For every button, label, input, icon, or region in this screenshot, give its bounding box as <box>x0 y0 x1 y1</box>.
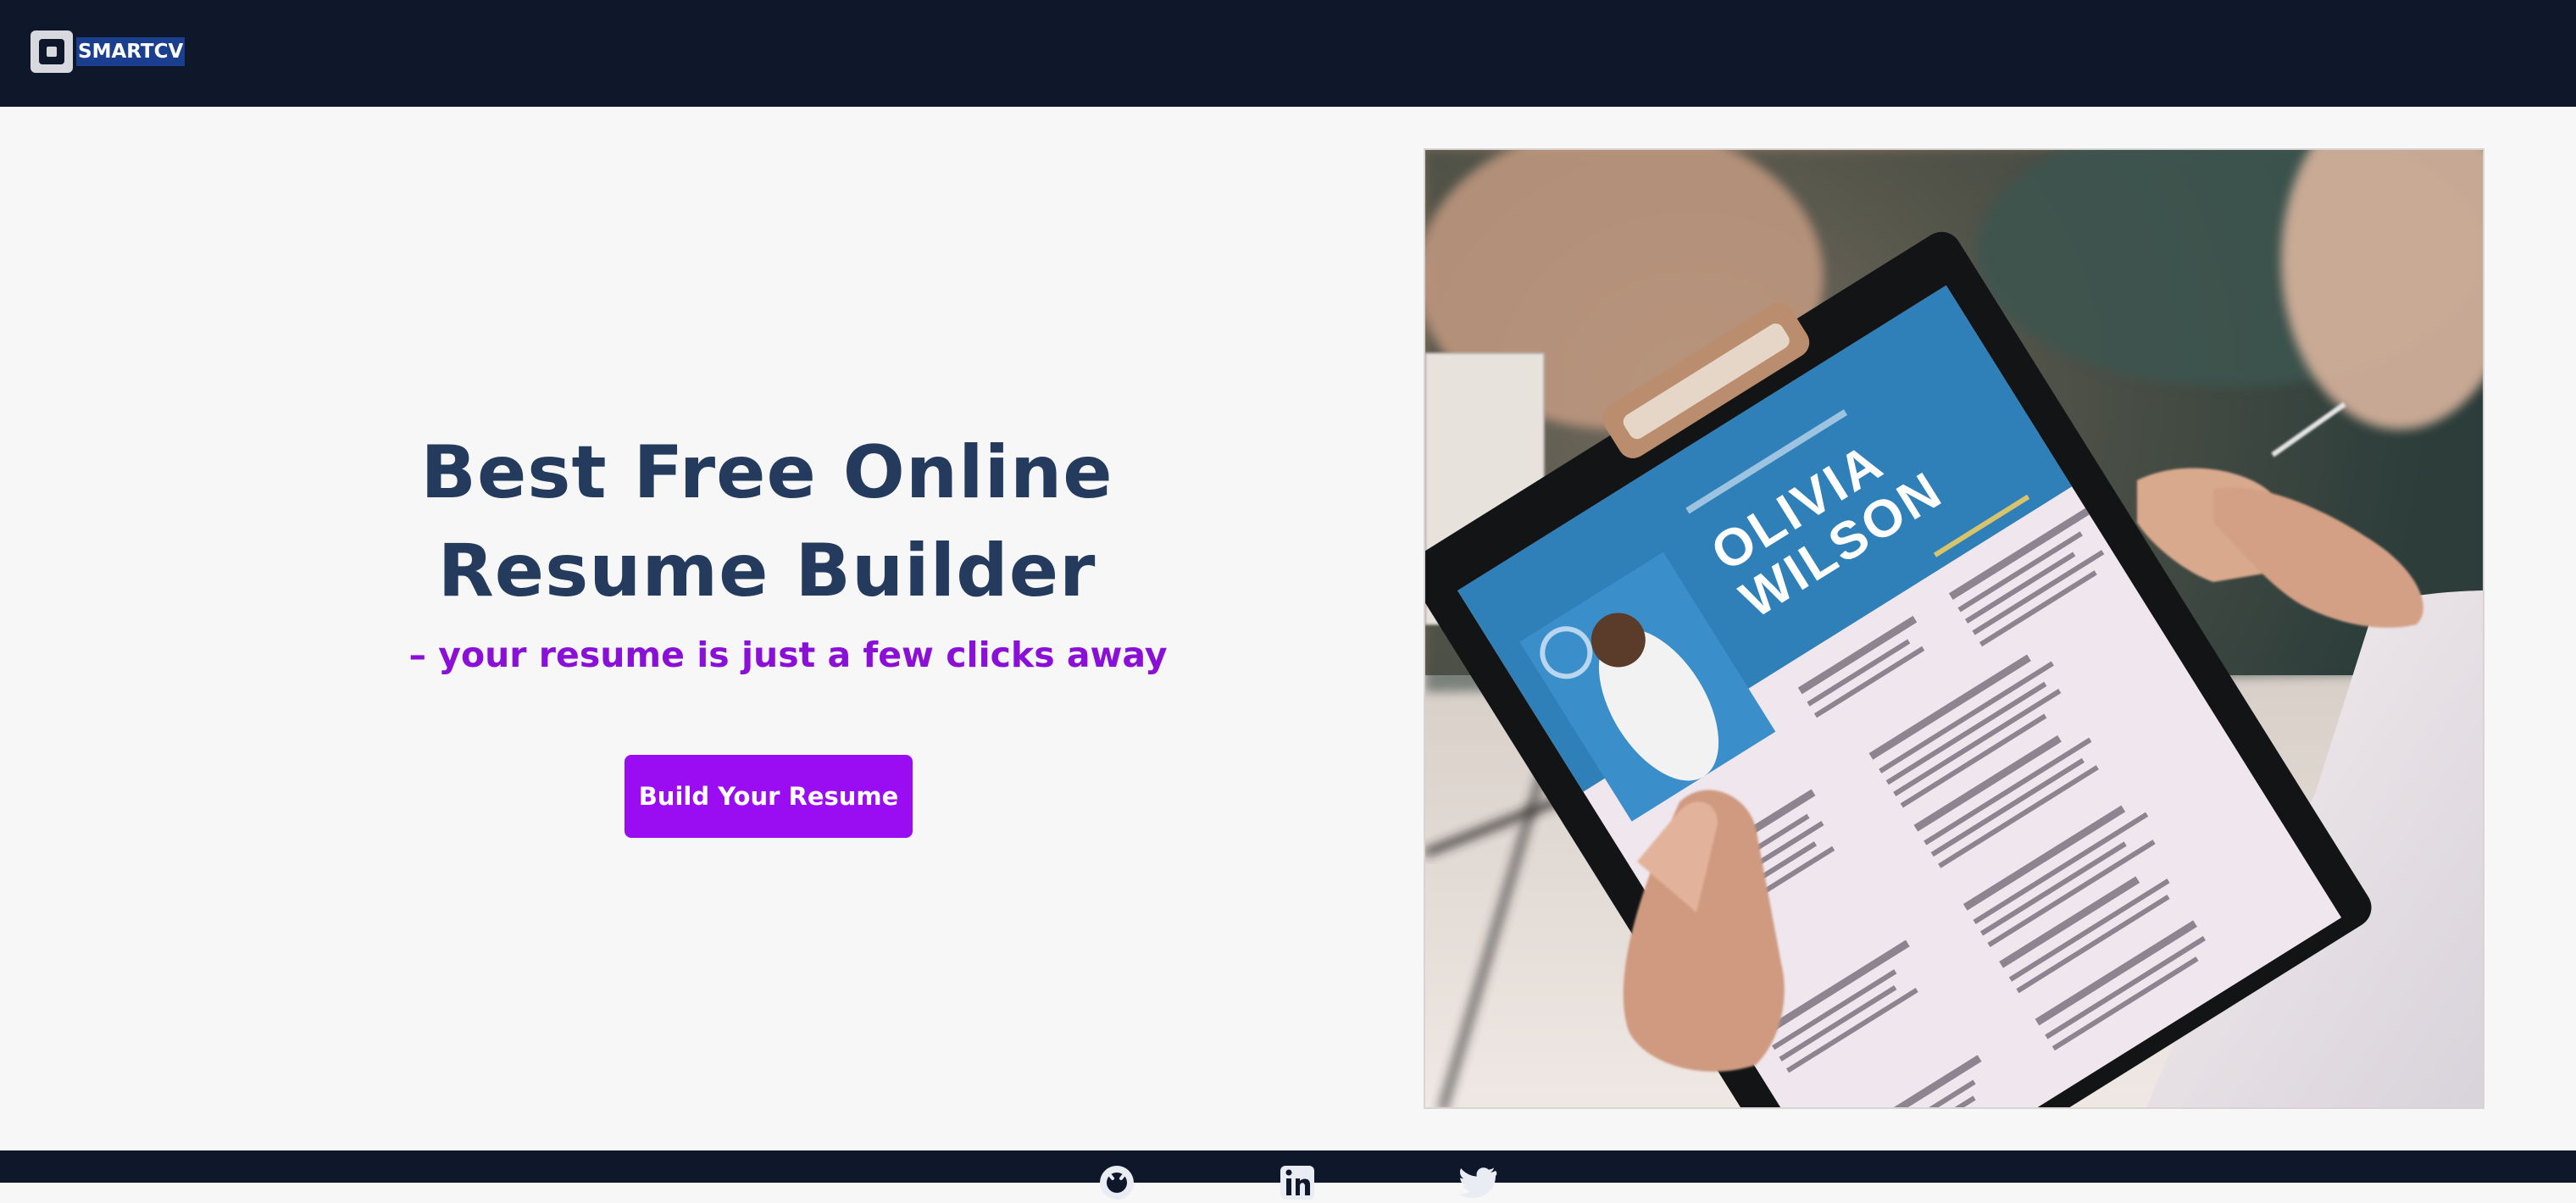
brand-name: SMARTCV <box>76 37 186 66</box>
brand-logo-link[interactable]: SMARTCV <box>31 30 186 73</box>
resume-clipboard-photo: OLIVIA WILSON <box>1425 150 2483 1107</box>
square-logo-icon <box>31 30 73 73</box>
twitter-icon[interactable] <box>1458 1164 1497 1203</box>
github-icon[interactable] <box>1097 1164 1136 1203</box>
build-resume-button[interactable]: Build Your Resume <box>625 755 913 838</box>
footer-bar <box>0 1150 2576 1200</box>
hero-section: Best Free Online Resume Builder – your r… <box>246 424 1288 678</box>
hero-subtitle: – your resume is just a few clicks away <box>408 635 1168 675</box>
top-navbar: SMARTCV <box>0 0 2576 107</box>
linkedin-icon[interactable] <box>1278 1164 1317 1203</box>
hero-image: OLIVIA WILSON <box>1424 148 2484 1109</box>
hero-title: Best Free Online Resume Builder <box>420 430 1113 613</box>
